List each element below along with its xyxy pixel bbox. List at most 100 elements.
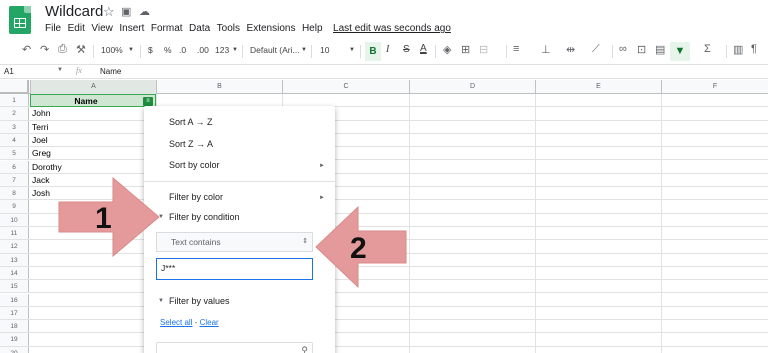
zoom-select[interactable]: 100% — [101, 45, 123, 55]
filter-by-color-item[interactable]: Filter by color — [169, 192, 223, 202]
more-icon[interactable]: ¶ — [751, 43, 757, 55]
cell-a[interactable]: Terri — [30, 121, 154, 133]
last-edit-link[interactable]: Last edit was seconds ago — [333, 23, 451, 34]
font-select[interactable]: Default (Ari... — [250, 45, 300, 55]
undo-icon[interactable]: ↶ — [22, 43, 31, 56]
chevron-down-icon[interactable]: ▼ — [301, 47, 307, 53]
text-color-button[interactable]: A — [420, 43, 427, 54]
values-search-input[interactable]: ⚲ — [156, 342, 313, 353]
menu-extensions[interactable]: Extensions — [247, 23, 296, 34]
menu-format[interactable]: Format — [151, 23, 183, 34]
row-number[interactable]: 20 — [0, 346, 29, 353]
column-header-f[interactable]: F — [661, 80, 768, 94]
document-title[interactable]: Wildcard — [45, 3, 103, 20]
row-number[interactable]: 8 — [0, 187, 29, 200]
row-number[interactable]: 19 — [0, 333, 29, 346]
column-filter-icon[interactable]: ≡ — [143, 96, 153, 106]
formula-input[interactable]: Name — [100, 67, 121, 76]
row-number[interactable]: 11 — [0, 227, 29, 240]
strikethrough-button[interactable]: S — [403, 44, 410, 55]
borders-icon[interactable]: ⊞ — [461, 43, 470, 56]
menu-insert[interactable]: Insert — [119, 23, 144, 34]
chevron-down-icon[interactable]: ▼ — [232, 47, 238, 53]
row-number[interactable]: 10 — [0, 213, 29, 226]
print-icon[interactable]: ⎙ — [58, 43, 67, 56]
row-number[interactable]: 9 — [0, 200, 29, 213]
link-icon[interactable]: ∞ — [619, 43, 627, 55]
redo-icon[interactable]: ↷ — [40, 43, 49, 56]
clear-link[interactable]: Clear — [200, 318, 219, 327]
star-icon[interactable]: ☆ — [103, 4, 115, 20]
currency-button[interactable]: $ — [148, 45, 153, 55]
filter-by-condition-item[interactable]: Filter by condition — [169, 212, 240, 222]
row-number[interactable]: 18 — [0, 320, 29, 333]
row-number[interactable]: 4 — [0, 133, 29, 147]
sort-z-a-item[interactable]: Sort Z → A — [169, 139, 213, 149]
cell-a[interactable]: Dorothy — [30, 161, 154, 173]
menu-help[interactable]: Help — [302, 23, 323, 34]
sheets-logo-icon[interactable] — [9, 6, 31, 34]
row-number[interactable]: 3 — [0, 120, 29, 133]
menu-edit[interactable]: Edit — [68, 23, 85, 34]
text-wrap-icon[interactable]: ⇹ — [566, 43, 575, 56]
move-folder-icon[interactable]: ▣ — [121, 5, 131, 18]
text-rotation-icon[interactable]: ⟋ — [592, 43, 600, 56]
select-all-corner[interactable] — [0, 80, 29, 94]
row-number[interactable]: 12 — [0, 240, 29, 253]
vertical-align-icon[interactable]: ⊥ — [541, 43, 551, 56]
row-number[interactable]: 15 — [0, 280, 29, 293]
row-number[interactable]: 7 — [0, 173, 29, 187]
column-header-b[interactable]: B — [156, 80, 282, 94]
increase-decimal-button[interactable]: .00 — [197, 45, 209, 55]
chart-icon[interactable]: ▤ — [655, 43, 665, 56]
column-header-d[interactable]: D — [409, 80, 535, 94]
row-number[interactable]: 14 — [0, 266, 29, 280]
more-formats-button[interactable]: 123 — [215, 45, 229, 55]
cell-a[interactable]: John — [30, 107, 154, 119]
row-number[interactable]: 13 — [0, 253, 29, 266]
column-header-a[interactable]: A — [30, 80, 156, 94]
condition-value-input[interactable]: J*** — [156, 258, 313, 280]
paint-format-icon[interactable]: ⚒ — [76, 43, 86, 56]
cell-a[interactable]: Joel — [30, 134, 154, 146]
chevron-down-icon[interactable]: ▼ — [128, 47, 134, 53]
column-header-c[interactable]: C — [282, 80, 409, 94]
menu-tools[interactable]: Tools — [217, 23, 240, 34]
cell-a[interactable]: Greg — [30, 147, 154, 159]
italic-button[interactable]: I — [386, 44, 389, 55]
functions-icon[interactable]: Σ — [704, 43, 711, 55]
menu-data[interactable]: Data — [189, 23, 210, 34]
menu-file[interactable]: File — [45, 23, 61, 34]
select-all-link[interactable]: Select all — [160, 318, 192, 327]
menu-view[interactable]: View — [91, 23, 113, 34]
table-row: 19 — [0, 333, 768, 347]
chevron-down-icon[interactable]: ▼ — [349, 47, 355, 53]
input-tools-icon[interactable]: ▥ — [733, 43, 743, 56]
filter-by-values-item[interactable]: Filter by values — [169, 296, 230, 306]
row-number[interactable]: 5 — [0, 147, 29, 160]
row-number[interactable]: 16 — [0, 293, 29, 306]
name-box[interactable]: A1 — [4, 67, 14, 76]
filter-icon[interactable]: ▼ — [670, 42, 690, 61]
table-row: 16 — [0, 293, 768, 307]
decrease-decimal-button[interactable]: .0 — [179, 45, 186, 55]
column-header-e[interactable]: E — [535, 80, 661, 94]
collapse-triangle-icon[interactable]: ▼ — [158, 298, 164, 304]
header-cell-a1[interactable]: Name ≡ — [30, 94, 156, 108]
sort-by-color-item[interactable]: Sort by color — [169, 160, 220, 170]
bold-button[interactable]: B — [365, 42, 381, 61]
font-size-select[interactable]: 10 — [320, 45, 329, 55]
row-number[interactable]: 1 — [0, 94, 29, 107]
merge-cells-icon[interactable]: ⊟ — [479, 43, 488, 56]
align-icon[interactable]: ≡ — [513, 43, 519, 55]
fill-color-icon[interactable]: ◈ — [443, 43, 451, 56]
percent-button[interactable]: % — [164, 45, 172, 55]
row-number[interactable]: 2 — [0, 107, 29, 120]
chevron-down-icon[interactable]: ▼ — [57, 67, 63, 73]
comment-icon[interactable]: ⊡ — [637, 43, 646, 56]
row-number[interactable]: 6 — [0, 160, 29, 173]
sort-a-z-item[interactable]: Sort A → Z — [169, 117, 213, 127]
condition-select[interactable]: Text contains ⇕ — [156, 232, 313, 252]
row-number[interactable]: 17 — [0, 306, 29, 320]
cloud-status-icon[interactable]: ☁ — [139, 5, 150, 18]
